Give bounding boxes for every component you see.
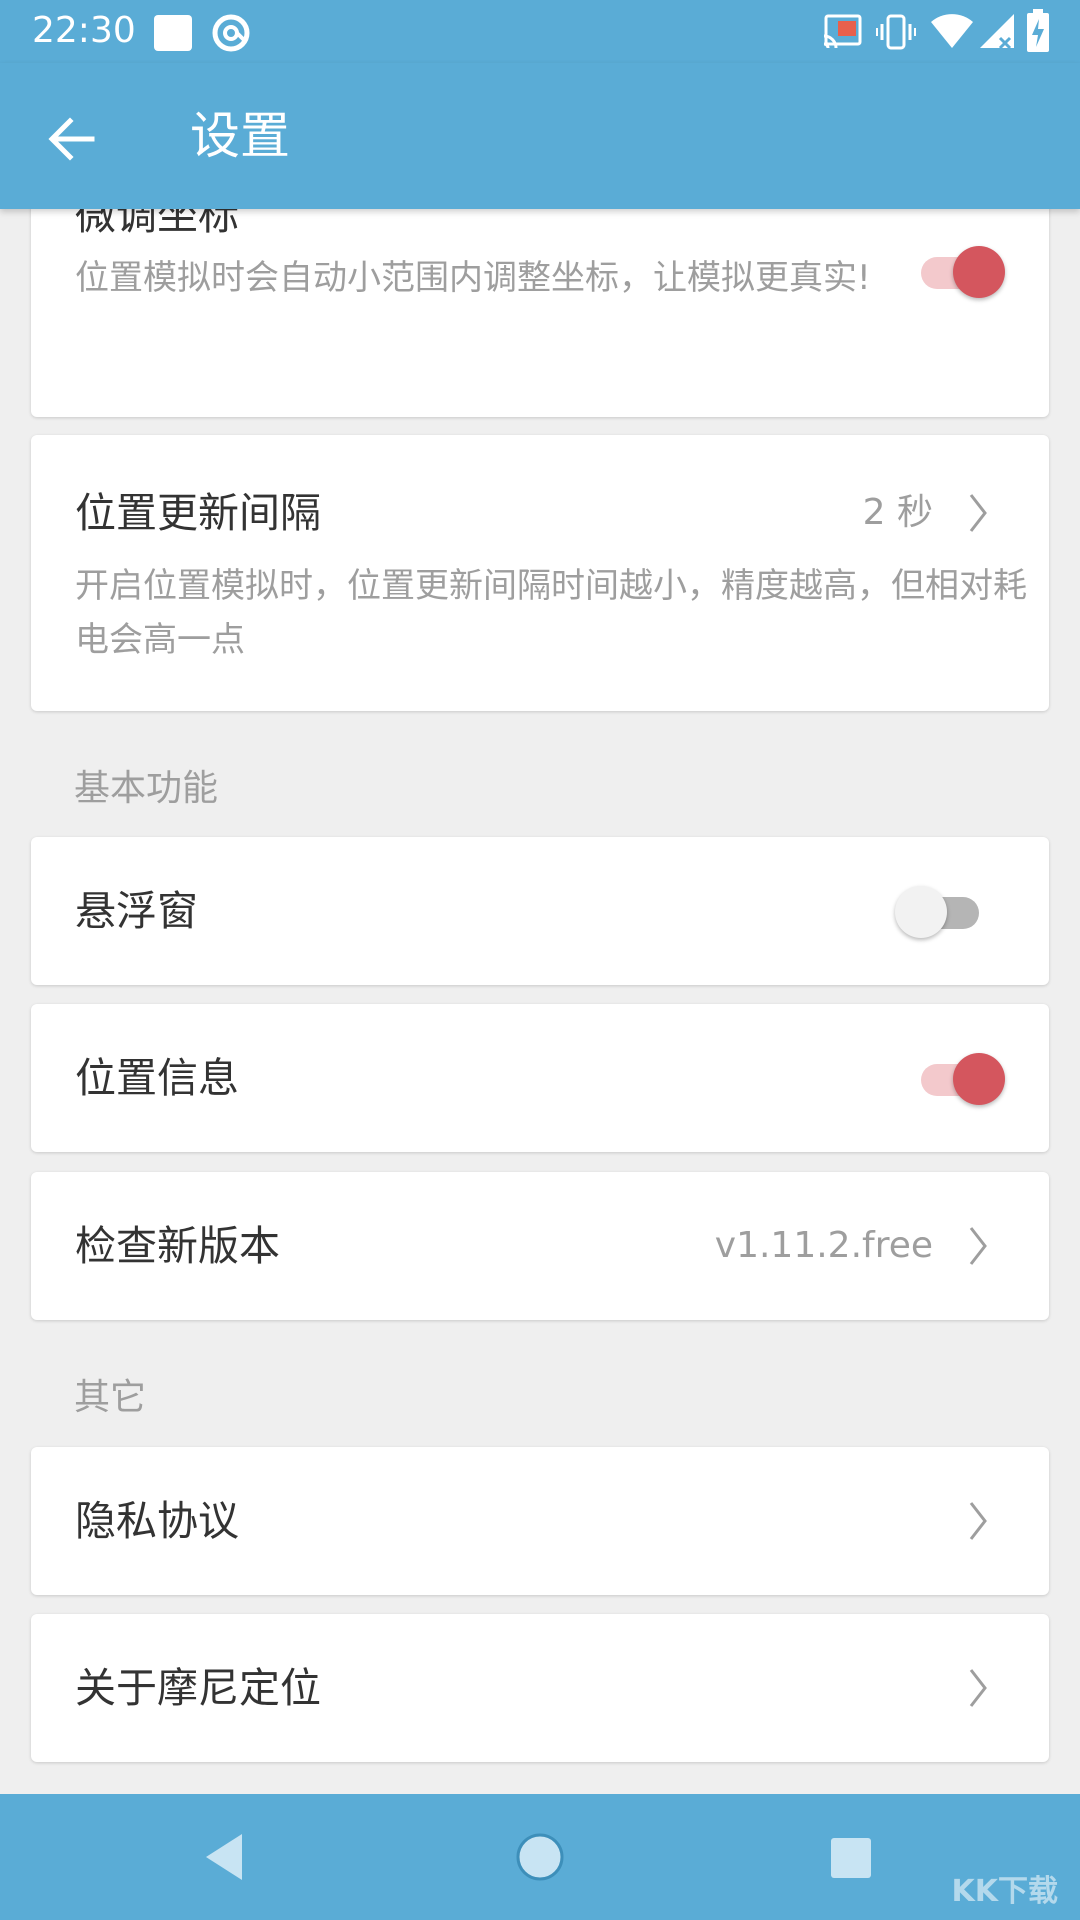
setting-description: 开启位置模拟时，位置更新间隔时间越小，精度越高，但相对耗电会高一点 xyxy=(75,566,1027,660)
navigation-bar: KK下载 xyxy=(0,1794,1080,1920)
setting-value: v1.11.2.free xyxy=(714,1225,933,1266)
setting-title: 位置信息 xyxy=(75,1054,239,1102)
nav-recents-button[interactable] xyxy=(817,1824,883,1890)
arrow-back-icon xyxy=(48,117,95,161)
wifi-icon xyxy=(930,12,974,54)
setting-fine-tune-coordinates[interactable]: 微调坐标 位置模拟时会自动小范围内调整坐标，让模拟更真实! xyxy=(31,209,1049,417)
app-bar: 设置 xyxy=(0,63,1080,209)
watermark: KK下载 xyxy=(951,1874,1059,1909)
chevron-right-icon xyxy=(969,1502,987,1540)
fine-tune-switch[interactable] xyxy=(915,243,1005,299)
setting-check-version[interactable]: 检查新版本 v1.11.2.free xyxy=(31,1172,1049,1320)
chevron-right-icon xyxy=(969,494,987,532)
page-title: 设置 xyxy=(190,107,290,165)
nav-back-button[interactable] xyxy=(192,1824,258,1890)
setting-location-info[interactable]: 位置信息 xyxy=(31,1004,1049,1152)
setting-privacy-policy[interactable]: 隐私协议 xyxy=(31,1447,1049,1595)
setting-value: 2 秒 xyxy=(862,492,933,533)
cast-icon xyxy=(822,14,862,54)
circle-home-icon xyxy=(516,1833,564,1881)
setting-update-interval[interactable]: 位置更新间隔 2 秒 开启位置模拟时，位置更新间隔时间越小，精度越高，但相对耗电… xyxy=(31,435,1049,711)
battery-charging-icon xyxy=(1026,9,1050,57)
floating-window-switch[interactable] xyxy=(895,883,985,939)
cell-signal-icon xyxy=(978,12,1018,54)
vibrate-icon xyxy=(876,12,916,56)
square-recents-icon xyxy=(831,1838,871,1878)
status-time: 22:30 xyxy=(32,10,136,51)
triangle-back-icon xyxy=(206,1834,242,1880)
notification-square-icon xyxy=(153,14,193,56)
section-header-other: 其它 xyxy=(74,1377,147,1418)
setting-title: 隐私协议 xyxy=(75,1497,239,1545)
setting-title: 关于摩尼定位 xyxy=(75,1664,321,1712)
setting-title: 位置更新间隔 xyxy=(75,489,321,537)
status-bar: 22:30 xyxy=(0,0,1080,63)
setting-description: 位置模拟时会自动小范围内调整坐标，让模拟更真实! xyxy=(75,258,871,298)
at-sign-icon xyxy=(210,12,252,58)
nav-home-button[interactable] xyxy=(507,1824,573,1890)
setting-floating-window[interactable]: 悬浮窗 xyxy=(31,837,1049,985)
location-info-switch[interactable] xyxy=(915,1050,1005,1106)
back-button[interactable] xyxy=(36,103,108,175)
setting-title: 微调坐标 xyxy=(75,209,239,239)
setting-title: 悬浮窗 xyxy=(75,887,198,935)
setting-about[interactable]: 关于摩尼定位 xyxy=(31,1614,1049,1762)
settings-list[interactable]: 微调坐标 位置模拟时会自动小范围内调整坐标，让模拟更真实! 位置更新间隔 2 秒… xyxy=(0,209,1080,1794)
chevron-right-icon xyxy=(969,1227,987,1265)
setting-title: 检查新版本 xyxy=(75,1222,280,1270)
section-header-basic: 基本功能 xyxy=(74,768,219,809)
chevron-right-icon xyxy=(969,1669,987,1707)
